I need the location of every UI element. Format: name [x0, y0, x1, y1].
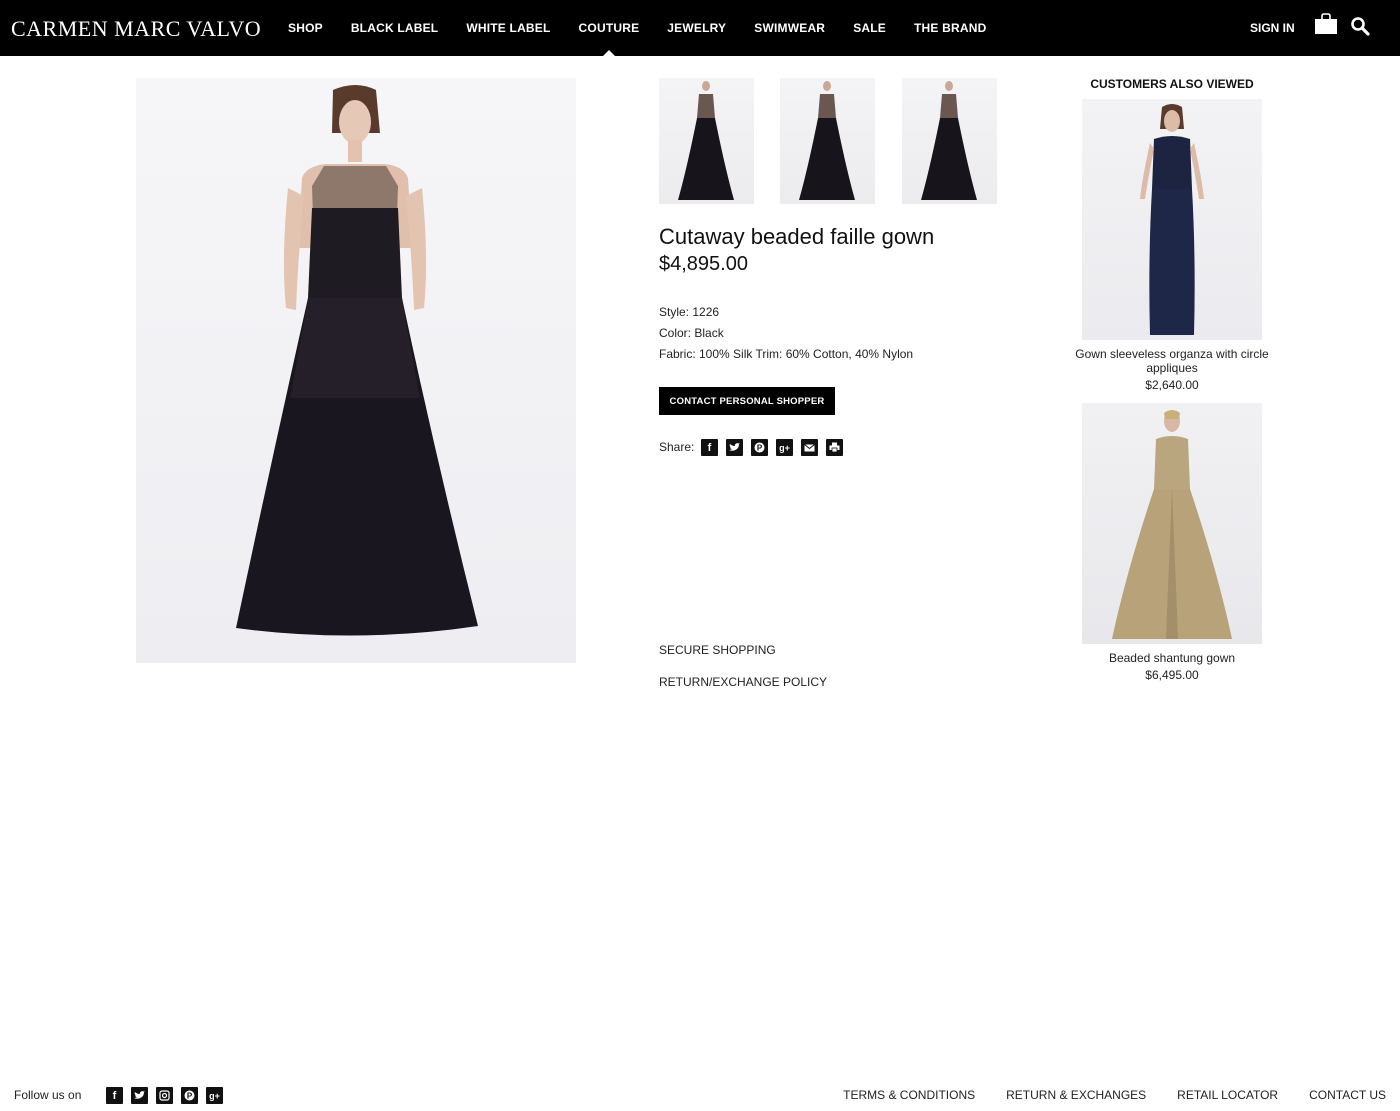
thumbnail-gown-image: [921, 81, 977, 200]
nav-shop[interactable]: SHOP: [274, 0, 337, 56]
product-color: Color: Black: [659, 326, 724, 340]
terms-conditions-link[interactable]: TERMS & CONDITIONS: [843, 1088, 975, 1102]
nav-jewelry[interactable]: JEWELRY: [653, 0, 740, 56]
return-exchange-policy-link[interactable]: RETURN/EXCHANGE POLICY: [659, 675, 827, 689]
secure-shopping-link[interactable]: SECURE SHOPPING: [659, 643, 776, 657]
gold-gown-image: [1112, 410, 1232, 639]
footer-links: TERMS & CONDITIONS RETURN & EXCHANGES RE…: [843, 1088, 1386, 1102]
product-thumbnail[interactable]: [902, 78, 997, 204]
recommended-product-price: $2,640.00: [1145, 378, 1199, 392]
retail-locator-link[interactable]: RETAIL LOCATOR: [1177, 1088, 1278, 1102]
nav-black-label[interactable]: BLACK LABEL: [337, 0, 453, 56]
share-label: Share:: [659, 440, 695, 454]
main-product-image[interactable]: [136, 78, 576, 663]
recommended-product-image[interactable]: [1082, 99, 1262, 340]
twitter-icon[interactable]: [726, 439, 743, 456]
nav-couture[interactable]: COUTURE: [565, 0, 654, 56]
main-nav: SHOP BLACK LABEL WHITE LABEL COUTURE JEW…: [274, 0, 1000, 56]
product-style: Style: 1226: [659, 305, 720, 319]
contact-personal-shopper-button[interactable]: CONTACT PERSONAL SHOPPER: [659, 387, 835, 415]
contact-us-link[interactable]: CONTACT US: [1309, 1088, 1386, 1102]
top-navigation-bar: CARMEN MARC VALVO SHOP BLACK LABEL WHITE…: [0, 0, 1400, 56]
instagram-icon[interactable]: [156, 1087, 173, 1104]
print-icon[interactable]: [826, 439, 843, 456]
google-plus-icon[interactable]: g+: [776, 439, 793, 456]
product-title: Cutaway beaded faille gown: [659, 224, 935, 249]
nav-white-label[interactable]: WHITE LABEL: [452, 0, 564, 56]
thumbnail-gown-image: [799, 81, 855, 200]
return-exchanges-link[interactable]: RETURN & EXCHANGES: [1006, 1088, 1146, 1102]
search-icon[interactable]: [1350, 16, 1370, 36]
nav-swimwear[interactable]: SWIMWEAR: [740, 0, 839, 56]
thumbnail-gown-image: [678, 81, 734, 200]
nav-the-brand[interactable]: THE BRAND: [900, 0, 1000, 56]
brand-logo[interactable]: CARMEN MARC VALVO: [11, 16, 261, 42]
navy-gown-image: [1140, 104, 1204, 335]
twitter-icon[interactable]: [131, 1087, 148, 1104]
black-gown-illustration: [236, 85, 478, 636]
pinterest-icon[interactable]: P: [181, 1087, 198, 1104]
svg-text:P: P: [757, 444, 763, 453]
recommended-product-image[interactable]: [1082, 403, 1262, 644]
sign-in-link[interactable]: SIGN IN: [1250, 21, 1295, 35]
google-plus-icon[interactable]: g+: [206, 1087, 223, 1104]
recommended-product-price: $6,495.00: [1145, 668, 1199, 682]
also-viewed-heading: CUSTOMERS ALSO VIEWED: [1090, 77, 1254, 91]
footer-social-icons: f P g+: [106, 1087, 223, 1104]
recommended-product-name[interactable]: Gown sleeveless organza with circle appl…: [1072, 347, 1272, 375]
product-thumbnail[interactable]: [659, 78, 754, 204]
product-fabric: Fabric: 100% Silk Trim: 60% Cotton, 40% …: [659, 347, 914, 361]
product-thumbnail[interactable]: [780, 78, 875, 204]
svg-text:P: P: [187, 1092, 193, 1101]
nav-sale[interactable]: SALE: [839, 0, 900, 56]
shopping-bag-icon[interactable]: [1314, 13, 1338, 35]
product-price: $4,895.00: [659, 253, 748, 275]
email-icon[interactable]: [801, 439, 818, 456]
pinterest-icon[interactable]: P: [751, 439, 768, 456]
recommended-product-name[interactable]: Beaded shantung gown: [1072, 651, 1272, 665]
facebook-icon[interactable]: f: [701, 439, 718, 456]
share-icons: f P g+: [701, 439, 843, 456]
facebook-icon[interactable]: f: [106, 1087, 123, 1104]
follow-us-label: Follow us on: [14, 1088, 82, 1102]
